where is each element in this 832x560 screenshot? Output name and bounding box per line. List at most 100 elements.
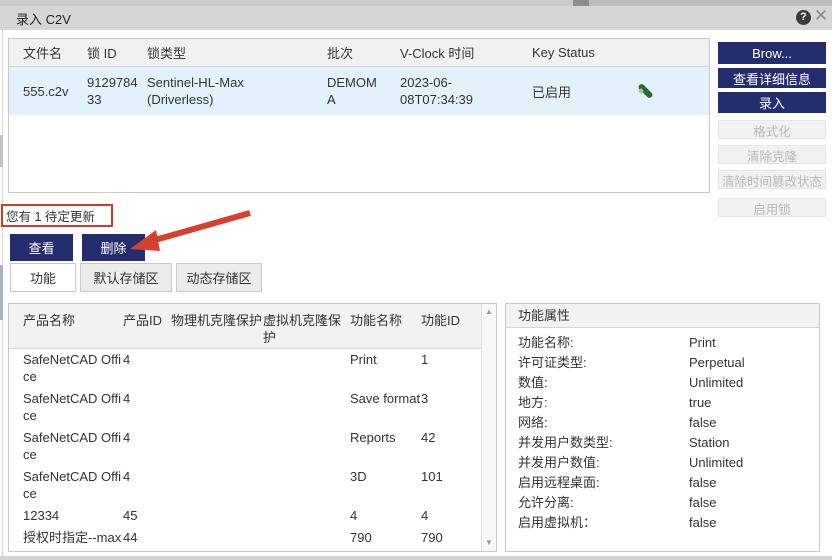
help-icon[interactable]: ? (796, 10, 811, 25)
pending-update-text: 您有 1 待定更新 (6, 206, 95, 225)
dialog-title: 录入 C2V (16, 9, 71, 28)
features-table-body: SafeNetCAD Office4Print1SafeNetCAD Offic… (9, 349, 481, 551)
table-cell (263, 429, 350, 463)
scrollbar-down-arrow-icon[interactable]: ▼ (482, 535, 496, 551)
table-cell: 3D (350, 468, 421, 502)
property-row: 启用远程桌面:false (506, 473, 819, 493)
table-cell: 4 (350, 507, 421, 524)
col-header-vclock-time: V-Clock 时间 (400, 43, 532, 62)
background-bottom-strip (0, 556, 832, 560)
cell-batch: DEMOM A (327, 74, 400, 108)
table-cell: 4 (421, 507, 469, 524)
col-header-feature-id: 功能ID (421, 304, 469, 348)
clear-time-tamper-button[interactable]: 清除时间篡改状态 (718, 170, 826, 189)
browse-button[interactable]: Brow... (718, 42, 826, 64)
table-row[interactable]: SafeNetCAD Office4Print1 (9, 349, 481, 388)
property-value: false (689, 513, 819, 533)
table-cell (171, 351, 263, 385)
table-cell: 授权时指定--max (9, 529, 123, 546)
lock-table-row-selected[interactable]: 555.c2v 9129784 33 Sentinel-HL-Max (Driv… (9, 67, 709, 115)
table-cell: 4 (123, 390, 171, 424)
table-cell (171, 429, 263, 463)
col-header-lock-type: 锁类型 (147, 43, 327, 62)
property-label: 功能名称: (506, 333, 689, 353)
features-table-header: 产品名称 产品ID 物理机克隆保护 虚拟机克隆保护 功能名称 功能ID (9, 304, 496, 349)
tab-default-storage[interactable]: 默认存储区 (80, 263, 172, 292)
lock-file-table: 文件名 锁 ID 锁类型 批次 V-Clock 时间 Key Status 55… (8, 38, 710, 193)
tab-dynamic-storage[interactable]: 动态存储区 (176, 263, 262, 292)
table-cell: 1 (421, 351, 469, 385)
table-cell: 44 (123, 529, 171, 546)
table-cell: 42 (421, 429, 469, 463)
cell-lock-id: 9129784 33 (87, 74, 147, 108)
scrollbar-up-arrow-icon[interactable]: ▲ (482, 304, 496, 320)
table-cell: 790 (350, 529, 421, 546)
apply-c2v-button[interactable]: 录入 (718, 92, 826, 113)
table-cell (171, 507, 263, 524)
table-row[interactable]: 1233445 44 (9, 505, 481, 527)
table-cell: Reports (350, 429, 421, 463)
enable-lock-button[interactable]: 启用锁 (718, 198, 826, 217)
table-row[interactable]: SafeNetCAD Office4Save format3 (9, 388, 481, 427)
property-label: 启用虚拟机： (506, 513, 689, 533)
table-cell: SafeNetCAD Office (9, 390, 123, 424)
col-header-batch: 批次 (327, 43, 400, 62)
table-row[interactable]: SafeNetCAD Office4 Reports42 (9, 427, 481, 466)
property-row: 并发用户数类型:Station (506, 433, 819, 453)
background-left-mark-2 (0, 265, 3, 320)
view-details-button[interactable]: 查看详细信息 (718, 68, 826, 88)
table-cell: 790 (421, 529, 469, 546)
property-row: 许可证类型:Perpetual (506, 353, 819, 373)
storage-tabs: 功能 默认存储区 动态存储区 (10, 263, 266, 292)
table-cell (171, 390, 263, 424)
property-label: 允许分离: (506, 493, 689, 513)
table-cell: 4 (123, 351, 171, 385)
clear-clone-button[interactable]: 清除克隆 (718, 145, 826, 164)
property-value: false (689, 493, 819, 513)
table-row[interactable]: SafeNetCAD Office4 3D101 (9, 466, 481, 505)
property-value: Unlimited (689, 453, 819, 473)
col-header-physical-clone-protection: 物理机克隆保护 (171, 304, 263, 348)
property-row: 并发用户数值:Unlimited (506, 453, 819, 473)
tab-features[interactable]: 功能 (10, 263, 76, 292)
table-cell (263, 468, 350, 502)
property-row: 地方:true (506, 393, 819, 413)
property-value: Perpetual (689, 353, 819, 373)
view-update-button[interactable]: 查看 (10, 234, 73, 261)
cell-lock-type: Sentinel-HL-Max (Driverless) (147, 74, 327, 108)
table-cell: SafeNetCAD Office (9, 351, 123, 385)
delete-update-button[interactable]: 删除 (82, 234, 145, 261)
property-row: 数值:Unlimited (506, 373, 819, 393)
table-cell: 4 (123, 429, 171, 463)
col-header-product-id: 产品ID (123, 304, 171, 348)
table-cell (171, 529, 263, 546)
table-cell (263, 507, 350, 524)
table-cell: SafeNetCAD Office (9, 468, 123, 502)
table-cell: 45 (123, 507, 171, 524)
property-row: 功能名称:Print (506, 333, 819, 353)
table-cell: 4 (123, 468, 171, 502)
property-label: 数值: (506, 373, 689, 393)
table-row[interactable]: 授权时指定--max44 790790 (9, 527, 481, 549)
close-icon[interactable]: ✕ (812, 6, 830, 26)
property-value: false (689, 473, 819, 493)
table-cell: 3 (421, 390, 469, 424)
property-value: Print (689, 333, 819, 353)
pending-update-annotation-box: 您有 1 待定更新 (1, 204, 113, 227)
table-cell: 12334 (9, 507, 123, 524)
property-label: 地方: (506, 393, 689, 413)
property-label: 启用远程桌面: (506, 473, 689, 493)
property-row: 启用虚拟机：false (506, 513, 819, 533)
property-value: Unlimited (689, 373, 819, 393)
property-value: true (689, 393, 819, 413)
features-table: 产品名称 产品ID 物理机克隆保护 虚拟机克隆保护 功能名称 功能ID Safe… (8, 303, 497, 552)
table-cell: 101 (421, 468, 469, 502)
property-label: 网络: (506, 413, 689, 433)
usb-dongle-icon (635, 81, 657, 101)
property-row: 网络:false (506, 413, 819, 433)
col-header-key-status: Key Status (532, 45, 635, 60)
property-row: 允许分离:false (506, 493, 819, 513)
features-table-scrollbar[interactable]: ▲ ▼ (481, 304, 496, 551)
format-button[interactable]: 格式化 (718, 120, 826, 139)
table-cell: SafeNetCAD Office (9, 429, 123, 463)
